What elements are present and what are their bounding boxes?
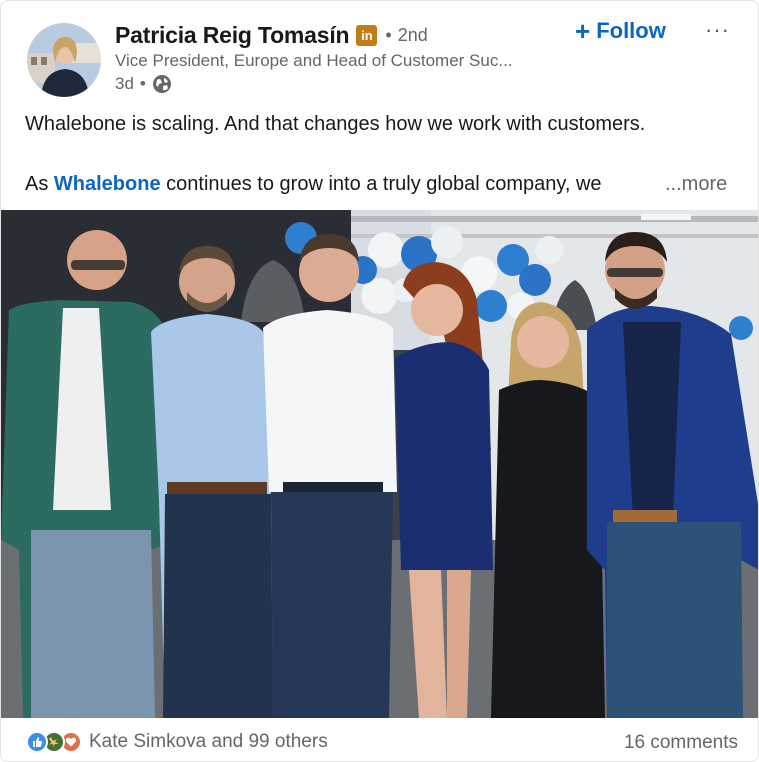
post-text-prefix: As bbox=[25, 173, 54, 195]
see-more-button[interactable]: ...more bbox=[665, 173, 727, 196]
author-avatar[interactable] bbox=[27, 23, 101, 97]
more-options-button[interactable]: ··· bbox=[705, 17, 730, 43]
reactors-text[interactable]: Kate Simkova and 99 others bbox=[89, 731, 328, 753]
reactions-summary[interactable]: Kate Simkova and 99 others bbox=[26, 731, 328, 753]
linkedin-premium-badge-icon: in bbox=[356, 25, 378, 46]
company-mention-link[interactable]: Whalebone bbox=[54, 173, 161, 195]
connection-degree: 2nd bbox=[397, 25, 428, 45]
plus-icon: + bbox=[575, 16, 591, 46]
comments-count[interactable]: 16 comments bbox=[624, 732, 738, 754]
post-text-line: Whalebone is scaling. And that changes h… bbox=[25, 113, 646, 135]
author-name[interactable]: Patricia Reig Tomasín bbox=[115, 22, 350, 49]
feed-post-card: Patricia Reig Tomasín in • 2nd Vice Pres… bbox=[0, 0, 759, 762]
post-time: 3d bbox=[115, 74, 134, 93]
like-icon bbox=[26, 731, 48, 753]
author-name-row: Patricia Reig Tomasín in • 2nd bbox=[115, 22, 428, 49]
post-text-line: As Whalebone continues to grow into a tr… bbox=[25, 173, 602, 196]
post-meta: 3d • bbox=[115, 74, 172, 94]
separator-dot: • bbox=[385, 25, 392, 45]
author-headline: Vice President, Europe and Head of Custo… bbox=[115, 51, 513, 70]
social-counts-bar: Kate Simkova and 99 others 16 comments bbox=[1, 718, 758, 761]
globe-icon bbox=[152, 75, 171, 93]
separator-dot: • bbox=[139, 74, 146, 93]
follow-label: Follow bbox=[596, 18, 666, 43]
post-image[interactable] bbox=[1, 210, 758, 718]
follow-button[interactable]: + Follow bbox=[575, 18, 666, 44]
post-text-suffix: continues to grow into a truly global co… bbox=[160, 173, 602, 195]
